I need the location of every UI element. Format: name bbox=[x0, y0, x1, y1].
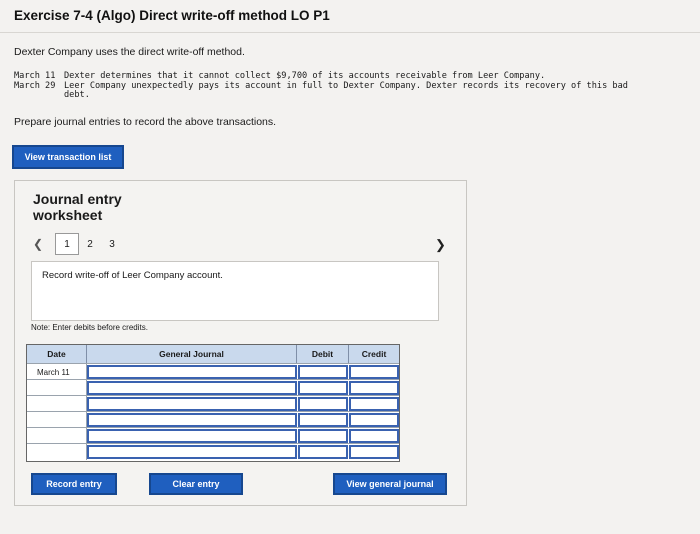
credit-input[interactable] bbox=[349, 429, 399, 443]
debit-input[interactable] bbox=[298, 397, 348, 411]
account-input[interactable] bbox=[87, 445, 297, 459]
worksheet-title: Journal entry worksheet bbox=[33, 191, 122, 223]
record-entry-button[interactable]: Record entry bbox=[31, 473, 117, 495]
event-list: March 11 Dexter determines that it canno… bbox=[14, 71, 644, 101]
account-input[interactable] bbox=[87, 429, 297, 443]
event-date: March 29 bbox=[14, 80, 56, 91]
divider bbox=[0, 32, 700, 33]
credit-input[interactable] bbox=[349, 413, 399, 427]
view-transaction-list-button[interactable]: View transaction list bbox=[12, 145, 124, 169]
page-tab-1[interactable]: 1 bbox=[55, 233, 79, 255]
debit-input[interactable] bbox=[298, 445, 348, 459]
credit-input[interactable] bbox=[349, 445, 399, 459]
table-row bbox=[27, 411, 399, 428]
entry-description: Record write-off of Leer Company account… bbox=[31, 261, 439, 321]
page-tab-2[interactable]: 2 bbox=[79, 234, 101, 254]
date-cell[interactable] bbox=[27, 396, 87, 412]
account-input[interactable] bbox=[87, 365, 297, 379]
debit-input[interactable] bbox=[298, 413, 348, 427]
account-input[interactable] bbox=[87, 381, 297, 395]
date-cell[interactable] bbox=[27, 412, 87, 428]
intro-text: Dexter Company uses the direct write-off… bbox=[14, 46, 245, 58]
journal-table: Date General Journal Debit Credit March … bbox=[26, 344, 400, 462]
table-row: March 11 bbox=[27, 363, 399, 380]
debit-input[interactable] bbox=[298, 381, 348, 395]
debit-input[interactable] bbox=[298, 365, 348, 379]
page-title: Exercise 7-4 (Algo) Direct write-off met… bbox=[14, 8, 330, 23]
column-header-date: Date bbox=[27, 345, 87, 363]
column-header-credit: Credit bbox=[349, 345, 399, 363]
table-row bbox=[27, 427, 399, 444]
column-header-general-journal: General Journal bbox=[87, 345, 297, 363]
clear-entry-button[interactable]: Clear entry bbox=[149, 473, 243, 495]
credit-input[interactable] bbox=[349, 365, 399, 379]
event-text: Leer Company unexpectedly pays its accou… bbox=[64, 80, 628, 100]
table-row bbox=[27, 395, 399, 412]
date-cell[interactable] bbox=[27, 444, 87, 460]
account-input[interactable] bbox=[87, 397, 297, 411]
debit-input[interactable] bbox=[298, 429, 348, 443]
credit-input[interactable] bbox=[349, 397, 399, 411]
table-row bbox=[27, 379, 399, 396]
journal-entry-worksheet: Journal entry worksheet ❮ 1 2 3 ❯ Record… bbox=[14, 180, 467, 506]
account-input[interactable] bbox=[87, 413, 297, 427]
date-cell[interactable] bbox=[27, 380, 87, 396]
column-header-debit: Debit bbox=[297, 345, 349, 363]
view-general-journal-button[interactable]: View general journal bbox=[333, 473, 447, 495]
page-tab-3[interactable]: 3 bbox=[101, 234, 123, 254]
chevron-left-icon[interactable]: ❮ bbox=[33, 237, 55, 251]
chevron-right-icon[interactable]: ❯ bbox=[435, 237, 446, 253]
event-item: March 29 Leer Company unexpectedly pays … bbox=[14, 80, 644, 101]
instructions: Prepare journal entries to record the ab… bbox=[14, 116, 277, 128]
date-cell[interactable] bbox=[27, 428, 87, 444]
entry-note: Note: Enter debits before credits. bbox=[31, 323, 148, 332]
worksheet-pager: ❮ 1 2 3 bbox=[33, 233, 123, 255]
date-cell[interactable]: March 11 bbox=[27, 364, 87, 380]
table-row bbox=[27, 443, 399, 460]
credit-input[interactable] bbox=[349, 381, 399, 395]
